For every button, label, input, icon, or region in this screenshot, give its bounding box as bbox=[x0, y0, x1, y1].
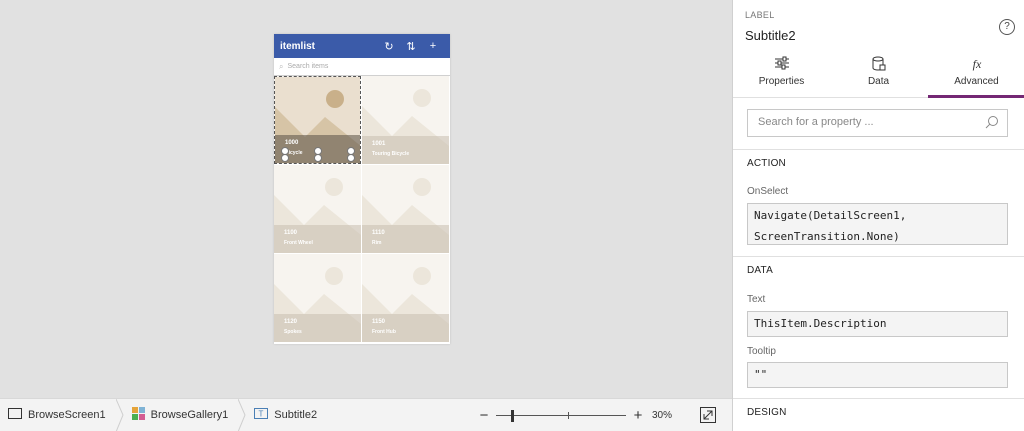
panel-tabs: Properties Data fx Advanced bbox=[733, 52, 1024, 98]
status-bar: BrowseScreen1 BrowseGallery1 T Subtitle2… bbox=[0, 398, 732, 431]
zoom-level: 30% bbox=[652, 410, 673, 421]
gallery-item[interactable]: 1150 Front Hub bbox=[362, 254, 449, 342]
item-number: 1100 bbox=[284, 230, 298, 236]
tab-data-label: Data bbox=[867, 76, 890, 87]
text-label: Text bbox=[747, 294, 766, 305]
section-design[interactable]: DESIGN bbox=[733, 398, 1024, 426]
gallery-item[interactable]: 1001 Touring Bicycle bbox=[362, 76, 449, 164]
item-number: 1110 bbox=[372, 230, 385, 236]
resize-handle[interactable] bbox=[347, 154, 355, 162]
svg-text:T: T bbox=[259, 410, 264, 419]
text-formula[interactable]: ThisItem.Description bbox=[747, 311, 1008, 337]
gallery-item[interactable]: 1120 Spokes bbox=[274, 254, 361, 342]
resize-handle[interactable] bbox=[281, 154, 289, 162]
search-icon: ⌕ bbox=[279, 61, 284, 71]
item-description: Spokes bbox=[284, 329, 302, 335]
breadcrumb-gallery[interactable]: BrowseGallery1 bbox=[124, 399, 239, 431]
fit-to-window-icon[interactable] bbox=[700, 407, 716, 423]
breadcrumb-screen-label: BrowseScreen1 bbox=[28, 409, 106, 421]
refresh-icon[interactable]: ↻ bbox=[378, 40, 400, 53]
zoom-slider-tick bbox=[568, 411, 569, 419]
control-type: LABEL bbox=[745, 10, 775, 20]
tooltip-label: Tooltip bbox=[747, 346, 776, 357]
database-icon bbox=[872, 56, 885, 71]
zoom-slider-knob[interactable] bbox=[511, 409, 514, 422]
breadcrumb-gallery-label: BrowseGallery1 bbox=[150, 409, 229, 421]
tab-advanced-label: Advanced bbox=[954, 76, 999, 87]
sort-icon[interactable]: ⇅ bbox=[400, 40, 422, 53]
tab-properties-label: Properties bbox=[758, 76, 805, 87]
item-description: Rim bbox=[372, 240, 382, 246]
breadcrumb-screen[interactable]: BrowseScreen1 bbox=[0, 399, 116, 431]
gallery-item[interactable]: 1000 Bicycle bbox=[274, 76, 361, 164]
zoom-out-button[interactable]: − bbox=[476, 407, 492, 424]
breadcrumb-separator bbox=[238, 398, 246, 431]
item-description: Front Hub bbox=[372, 329, 396, 335]
properties-panel: LABEL Subtitle2 ? Properties Data fx Adv… bbox=[732, 0, 1024, 431]
control-name[interactable]: Subtitle2 bbox=[745, 28, 796, 43]
browse-gallery[interactable]: 1000 Bicycle 1001 Touring Bicycle 1100 Front … bbox=[274, 76, 450, 344]
gallery-item[interactable]: 1110 Rim bbox=[362, 165, 449, 253]
tab-properties[interactable]: Properties bbox=[733, 52, 830, 98]
item-number: 1001 bbox=[372, 141, 386, 147]
fx-icon: fx bbox=[972, 57, 981, 71]
search-icon bbox=[985, 115, 999, 132]
onselect-formula[interactable]: Navigate(DetailScreen1, ScreenTransition… bbox=[747, 203, 1008, 245]
tab-data[interactable]: Data bbox=[830, 52, 927, 98]
app-search-input[interactable]: ⌕ Search items bbox=[274, 58, 450, 76]
zoom-slider[interactable] bbox=[496, 409, 626, 423]
property-search-input[interactable]: Search for a property ... bbox=[747, 109, 1008, 137]
zoom-control: − + 30% bbox=[476, 399, 672, 431]
help-icon[interactable]: ? bbox=[999, 19, 1015, 35]
breadcrumb-control[interactable]: T Subtitle2 bbox=[246, 399, 327, 431]
property-search-placeholder: Search for a property ... bbox=[758, 116, 874, 128]
design-canvas[interactable]: itemlist ↻ ⇅ + ⌕ Search items 1000 Bicycl… bbox=[0, 0, 732, 398]
breadcrumb-control-label: Subtitle2 bbox=[274, 409, 318, 421]
tab-advanced[interactable]: fx Advanced bbox=[928, 52, 1024, 98]
app-header: itemlist ↻ ⇅ + bbox=[274, 34, 450, 58]
gallery-item[interactable]: 1100 Front Wheel bbox=[274, 165, 361, 253]
zoom-in-button[interactable]: + bbox=[630, 407, 646, 424]
section-action[interactable]: ACTION bbox=[733, 149, 1024, 177]
item-description: Touring Bicycle bbox=[372, 151, 410, 157]
item-description: Front Wheel bbox=[284, 240, 313, 246]
label-icon: T bbox=[254, 408, 269, 422]
svg-text:fx: fx bbox=[972, 57, 981, 71]
sliders-icon bbox=[774, 56, 789, 70]
app-preview[interactable]: itemlist ↻ ⇅ + ⌕ Search items 1000 Bicycl… bbox=[274, 34, 450, 344]
app-title: itemlist bbox=[280, 40, 316, 52]
app-search-placeholder: Search items bbox=[287, 63, 329, 70]
gallery-icon bbox=[131, 407, 145, 423]
onselect-label: OnSelect bbox=[747, 186, 789, 197]
item-number: 1150 bbox=[372, 319, 386, 325]
add-icon[interactable]: + bbox=[422, 40, 444, 52]
item-number: 1000 bbox=[285, 140, 299, 146]
tooltip-formula[interactable]: "" bbox=[747, 362, 1008, 388]
section-data[interactable]: DATA bbox=[733, 256, 1024, 284]
breadcrumb-separator bbox=[115, 398, 124, 431]
screen-icon bbox=[8, 408, 22, 422]
item-number: 1120 bbox=[284, 319, 298, 325]
resize-handle[interactable] bbox=[314, 154, 322, 162]
